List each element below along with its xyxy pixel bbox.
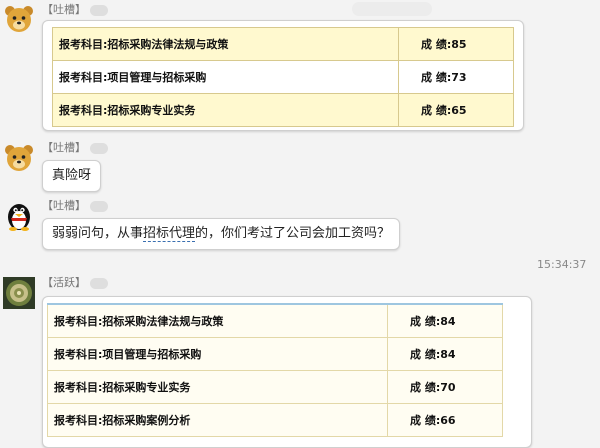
score-cell: 成 绩:85 xyxy=(398,27,514,61)
table-row: 报考科目:项目管理与招标采购 成 绩:84 xyxy=(47,337,503,371)
text-message-bubble: 真险呀 xyxy=(42,160,102,192)
score-message-bubble: 报考科目:招标采购法律法规与政策 成 绩:84 报考科目:项目管理与招标采购 成… xyxy=(42,296,532,448)
sender-tag: 【吐槽】 xyxy=(42,140,108,156)
blurred-area xyxy=(352,2,432,16)
blurred-username xyxy=(90,4,108,16)
sender-tag: 【吐槽】 xyxy=(42,2,108,18)
score-table: 报考科目:招标采购法律法规与政策 成 绩:84 报考科目:项目管理与招标采购 成… xyxy=(47,303,503,437)
table-row: 报考科目:项目管理与招标采购 成 绩:73 xyxy=(52,60,514,94)
score-cell: 成 绩:66 xyxy=(387,403,503,437)
bear-avatar-icon[interactable] xyxy=(3,142,35,174)
score-message-bubble: 报考科目:招标采购法律法规与政策 成 绩:85 报考科目:项目管理与招标采购 成… xyxy=(42,20,524,131)
keyword-link[interactable]: 招标代理 xyxy=(143,226,196,242)
table-row: 报考科目:招标采购法律法规与政策 成 绩:84 xyxy=(47,303,503,338)
score-cell: 成 绩:73 xyxy=(398,60,514,94)
message-text: 弱弱问句，从事 xyxy=(52,226,144,241)
sender-group-label: 【吐槽】 xyxy=(42,199,86,212)
score-cell: 成 绩:84 xyxy=(387,337,503,371)
bear-avatar-icon[interactable] xyxy=(3,3,35,35)
score-cell: 成 绩:84 xyxy=(387,303,503,338)
sender-group-label: 【吐槽】 xyxy=(42,141,86,154)
blurred-username xyxy=(90,142,108,154)
subject-cell: 报考科目:招标采购案例分析 xyxy=(47,403,388,437)
text-message-bubble: 弱弱问句，从事招标代理的，你们考过了公司会加工资吗？ xyxy=(42,218,401,250)
subject-cell: 报考科目:招标采购专业实务 xyxy=(52,93,399,127)
blurred-username xyxy=(90,277,108,289)
subject-cell: 报考科目:项目管理与招标采购 xyxy=(47,337,388,371)
table-row: 报考科目:招标采购案例分析 成 绩:66 xyxy=(47,403,503,437)
sender-group-label: 【吐槽】 xyxy=(42,3,86,16)
subject-cell: 报考科目:招标采购法律法规与政策 xyxy=(47,303,388,338)
message-timestamp: 15:34:37 xyxy=(537,258,587,271)
message-text: 的，你们考过了公司会加工资吗？ xyxy=(195,226,391,241)
blurred-username xyxy=(90,200,108,212)
penguin-avatar-icon[interactable] xyxy=(3,200,35,232)
table-row: 报考科目:招标采购专业实务 成 绩:65 xyxy=(52,93,514,127)
table-row: 报考科目:招标采购专业实务 成 绩:70 xyxy=(47,370,503,404)
subject-cell: 报考科目:项目管理与招标采购 xyxy=(52,60,399,94)
sender-group-label: 【活跃】 xyxy=(42,276,86,289)
subject-cell: 报考科目:招标采购法律法规与政策 xyxy=(52,27,399,61)
table-row: 报考科目:招标采购法律法规与政策 成 绩:85 xyxy=(52,27,514,61)
score-table: 报考科目:招标采购法律法规与政策 成 绩:85 报考科目:项目管理与招标采购 成… xyxy=(52,27,514,127)
score-cell: 成 绩:65 xyxy=(398,93,514,127)
swirl-photo-avatar-icon[interactable] xyxy=(3,277,35,309)
sender-tag: 【活跃】 xyxy=(42,275,108,291)
subject-cell: 报考科目:招标采购专业实务 xyxy=(47,370,388,404)
score-cell: 成 绩:70 xyxy=(387,370,503,404)
sender-tag: 【吐槽】 xyxy=(42,198,108,214)
